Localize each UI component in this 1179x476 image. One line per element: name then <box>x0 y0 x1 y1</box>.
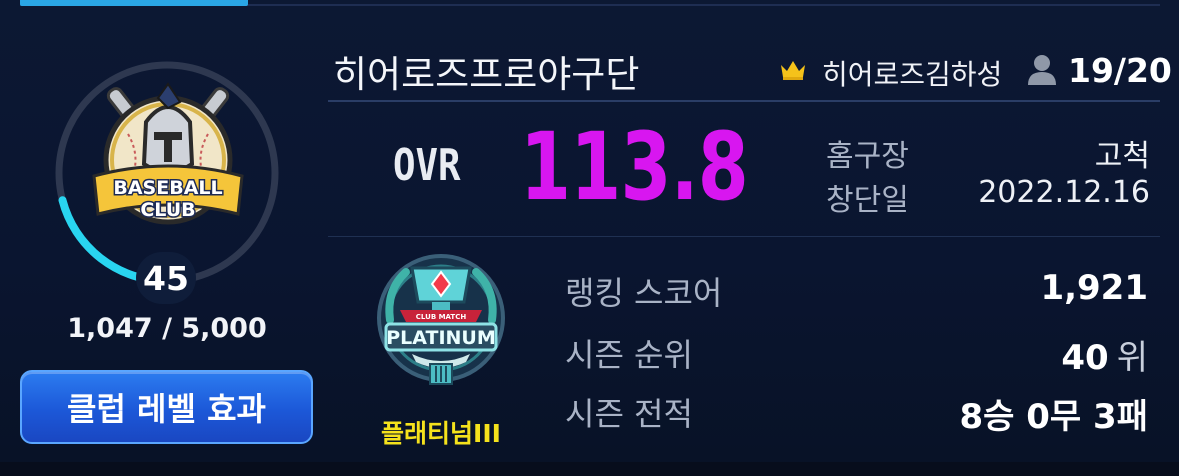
logo-text-bottom: CLUB <box>140 199 195 221</box>
rank-score-value: 1,921 <box>1040 268 1148 308</box>
person-icon <box>1028 55 1056 85</box>
active-tab-indicator <box>20 0 248 6</box>
season-rank-unit: 위 <box>1116 338 1148 378</box>
club-level-badge: 45 <box>136 252 196 304</box>
header-divider <box>328 100 1160 102</box>
founded-label: 창단일 <box>826 183 909 218</box>
bottom-edge <box>0 462 1179 476</box>
emblem-banner-text: CLUB MATCH <box>416 313 467 321</box>
emblem-platinum-text: PLATINUM <box>386 327 496 349</box>
member-count: 19/20 <box>1068 51 1172 90</box>
ovr-value: 113.8 <box>520 113 749 222</box>
club-owner-name: 히어로즈김하성 <box>822 58 1003 91</box>
league-name: 플래티넘III <box>381 419 501 448</box>
season-rank-label: 시즌 순위 <box>565 336 693 374</box>
rank-score-label: 랭킹 스코어 <box>565 274 723 312</box>
club-level-effect-button[interactable]: 클럽 레벨 효과 <box>20 370 313 444</box>
stadium-value: 고척 <box>1094 139 1150 174</box>
league-emblem: CLUB MATCH PLATINUM <box>372 250 510 390</box>
season-rank-value: 40 <box>1061 338 1109 378</box>
founded-value: 2022.12.16 <box>978 175 1150 210</box>
ovr-label: OVR <box>393 140 461 191</box>
logo-text-top: BASEBALL <box>113 177 222 199</box>
club-name: 히어로즈프로야구단 <box>333 53 640 96</box>
club-exp-text: 1,047 / 5,000 <box>67 313 267 344</box>
season-record-value: 8승 0무 3패 <box>959 397 1149 437</box>
crown-icon <box>781 61 805 80</box>
season-rank: 40 위 <box>1061 330 1148 379</box>
section-divider <box>328 236 1160 237</box>
club-logo: BASEBALL CLUB <box>88 72 248 244</box>
stadium-label: 홈구장 <box>826 139 909 174</box>
season-record-label: 시즌 전적 <box>565 395 693 433</box>
